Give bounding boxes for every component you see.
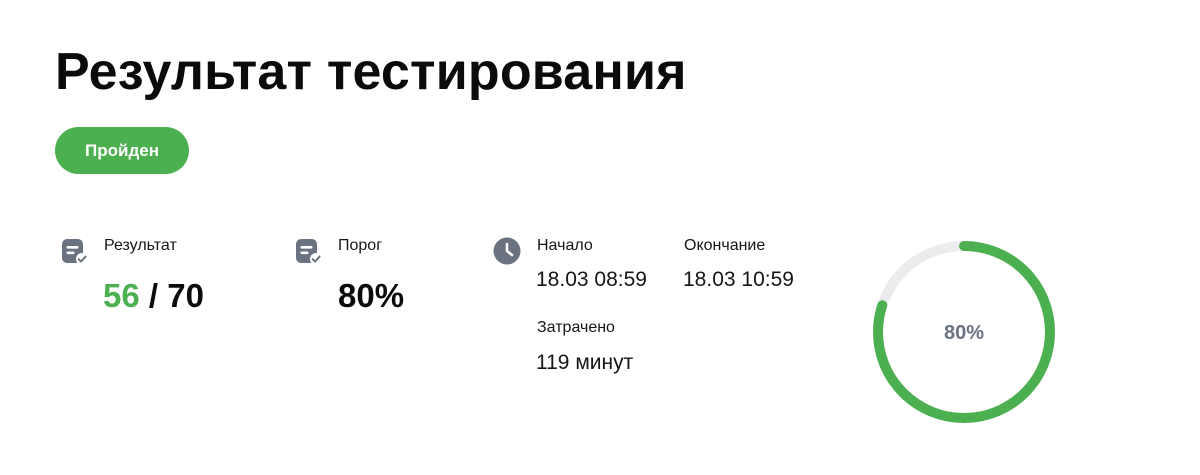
end-value: 18.03 10:59 (683, 268, 794, 291)
result-separator: / (139, 277, 168, 314)
result-score: 56 (103, 277, 140, 314)
document-check-icon (294, 237, 324, 267)
document-check-icon (60, 237, 90, 267)
spent-value: 119 минут (536, 351, 634, 374)
end-label: Окончание (684, 237, 766, 254)
start-value: 18.03 08:59 (536, 268, 647, 291)
spent-label: Затрачено (537, 319, 615, 336)
progress-ring: 80% (866, 234, 1062, 430)
result-total: 70 (167, 277, 204, 314)
result-value: 56 / 70 (103, 276, 204, 316)
status-badge: Пройден (55, 127, 189, 174)
threshold-value: 80% (338, 277, 405, 314)
start-label: Начало (537, 237, 593, 254)
result-label: Результат (104, 237, 177, 254)
progress-ring-label: 80% (944, 322, 984, 344)
threshold-label: Порог (338, 237, 383, 254)
clock-icon (492, 236, 522, 266)
page-title: Результат тестирования (55, 43, 687, 101)
